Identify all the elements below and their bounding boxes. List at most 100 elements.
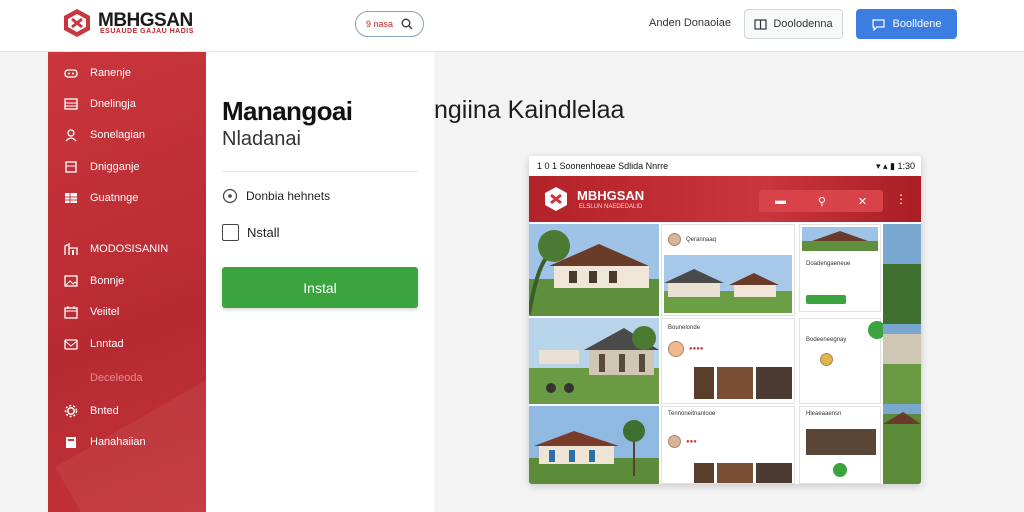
- reaction-icons: ●●●●: [689, 346, 704, 352]
- avatar: [668, 435, 681, 448]
- grid-icon: [65, 193, 77, 203]
- sidebar-item-2[interactable]: Sonelagian: [64, 124, 145, 146]
- sidebar-item-7[interactable]: Veiitel: [64, 301, 119, 323]
- search-button[interactable]: 9 nasa: [355, 11, 424, 37]
- sidebar-item-1[interactable]: Dnelingja: [64, 93, 136, 115]
- image-icon: [64, 275, 78, 287]
- thumbnail: [806, 429, 876, 455]
- sidebar-item-9[interactable]: Deceleoda: [90, 367, 143, 389]
- thumbnail: [756, 367, 792, 399]
- mail-icon: [64, 339, 78, 350]
- minus-icon: ▬: [774, 195, 786, 207]
- hero-heading: ngiina Kaindlelaa: [434, 96, 625, 124]
- option-label: Donbia hehnets: [246, 189, 331, 203]
- primary-action-label: Boolldene: [892, 18, 942, 30]
- status-bar: 1 0 1 Soonenhoeae Sdlida Nnrre ▾ ▴ ▮ 1:3…: [529, 156, 921, 176]
- search-label: 9 nasa: [365, 19, 394, 29]
- sidebar-item-10[interactable]: Bnted: [64, 400, 119, 422]
- chat-icon: [871, 18, 885, 31]
- more-menu-icon[interactable]: ⋮: [895, 192, 907, 206]
- close-icon: ✕: [857, 195, 868, 208]
- sidebar-item-label: Hanahaiian: [90, 436, 146, 448]
- status-left: 1 0 1 Soonenhoeae Sdlida Nnrre: [537, 161, 669, 171]
- install-checkbox-row[interactable]: Nstall: [222, 224, 280, 241]
- card-tag: Bodeeneegnay: [806, 337, 847, 343]
- thumbnail: [694, 367, 714, 399]
- play-button[interactable]: [833, 463, 847, 477]
- sidebar-item-label: Dnigganje: [90, 161, 140, 173]
- app-title: MBHGSAN: [577, 188, 645, 203]
- thumbnail: [694, 463, 714, 483]
- install-button[interactable]: Instal: [222, 267, 418, 308]
- sidebar-item-label: Sonelagian: [90, 129, 146, 141]
- card-title: Tennoneitnanlooe: [668, 411, 716, 417]
- install-panel: Manangoai Nladanai Donbia hehnets Nstall…: [206, 52, 434, 512]
- thumbnail: [717, 463, 753, 483]
- search-icon: [401, 18, 413, 30]
- side-card-3[interactable]: Hleaeaaensn: [799, 406, 881, 484]
- building-icon: [64, 242, 78, 255]
- progress-bar: [806, 295, 846, 304]
- photo-house-3: [529, 406, 659, 484]
- card-photo: [802, 227, 878, 251]
- sidebar-item-label: Veiitel: [90, 306, 120, 318]
- sidebar-item-0[interactable]: Ranenje: [64, 62, 131, 84]
- sidebar-item-label: Guatnnge: [90, 192, 139, 204]
- side-card-1[interactable]: Doadengaeneue: [799, 224, 881, 312]
- app-toolbar[interactable]: ▬ ⚲ ✕: [759, 190, 883, 212]
- option-radio[interactable]: Donbia hehnets: [222, 188, 330, 204]
- sidebar-item-label: Bnted: [90, 405, 119, 417]
- feed-card-2[interactable]: Bounelonde ●●●●: [661, 318, 795, 404]
- feed-card-3[interactable]: Tennoneitnanlooe ●●●: [661, 406, 795, 484]
- sidebar-item-11[interactable]: Hanahaiian: [64, 431, 146, 453]
- pin-icon: ⚲: [817, 195, 826, 208]
- panel-title: Manangoai: [222, 96, 353, 126]
- sidebar-item-label: Dnelingja: [90, 98, 136, 110]
- avatar: [820, 353, 833, 366]
- sidebar-item-label: Ranenje: [90, 67, 131, 79]
- top-bar: MBHGSAN ESUAUDE GAJAU HADIS 9 nasa Anden…: [0, 0, 1024, 52]
- gamepad-icon: [64, 69, 78, 78]
- sidebar-item-label: Deceleoda: [90, 372, 143, 384]
- sidebar-item-label: Bonnje: [90, 275, 125, 287]
- sidebar-item-label: MODOSISANIN: [90, 243, 169, 255]
- side-card-2[interactable]: Bodeeneegnay: [799, 318, 886, 404]
- download-button[interactable]: Doolodenna: [744, 9, 843, 39]
- photo-garden: [883, 224, 921, 484]
- feed-card-1[interactable]: Qerannaaq: [661, 224, 795, 316]
- avatar: [668, 341, 684, 357]
- sidebar: Ranenje Dnelingja Sonelagian Dnigganje G…: [48, 52, 206, 512]
- card-photo: [664, 255, 792, 313]
- sidebar-item-label: Lnntad: [90, 338, 124, 350]
- app-header: MBHGSAN ELSLUN NAEDEDALID ▬ ⚲ ✕ ⋮: [529, 176, 921, 222]
- sidebar-item-4[interactable]: Guatnnge: [64, 187, 138, 209]
- app-preview: 1 0 1 Soonenhoeae Sdlida Nnrre ▾ ▴ ▮ 1:3…: [529, 156, 921, 484]
- calendar-icon: [64, 306, 78, 319]
- radio-icon: [222, 188, 238, 204]
- top-nav-link[interactable]: Anden Donaoiae: [649, 17, 731, 29]
- thumbnail: [756, 463, 792, 483]
- photo-house-1: [529, 224, 659, 316]
- download-button-label: Doolodenna: [773, 18, 833, 30]
- gear-icon: [64, 404, 78, 418]
- card-tag: Hleaeaaensn: [806, 411, 842, 417]
- divider: [222, 171, 418, 172]
- reaction-icons: ●●●: [686, 438, 697, 445]
- checkbox-label: Nstall: [247, 225, 280, 240]
- panel-subtitle: Nladanai: [222, 128, 301, 150]
- sidebar-item-3[interactable]: Dnigganje: [64, 156, 140, 178]
- box-icon: [65, 161, 77, 173]
- primary-action-button[interactable]: Boolldene: [856, 9, 957, 39]
- sidebar-item-5[interactable]: MODOSISANIN: [64, 238, 168, 260]
- sidebar-item-8[interactable]: Lnntad: [64, 333, 124, 355]
- card-title: Bounelonde: [668, 325, 701, 331]
- logo-subtitle: ESUAUDE GAJAU HADIS: [100, 28, 194, 35]
- photo-house-2: [529, 318, 659, 404]
- status-right: ▾ ▴ ▮ 1:30: [875, 161, 915, 171]
- app-subtitle: ELSLUN NAEDEDALID: [579, 204, 643, 210]
- card-title: Qerannaaq: [686, 236, 717, 243]
- sidebar-item-6[interactable]: Bonnje: [64, 270, 124, 292]
- table-icon: [64, 98, 78, 110]
- install-checkbox[interactable]: [222, 224, 239, 241]
- avatar: [668, 233, 681, 246]
